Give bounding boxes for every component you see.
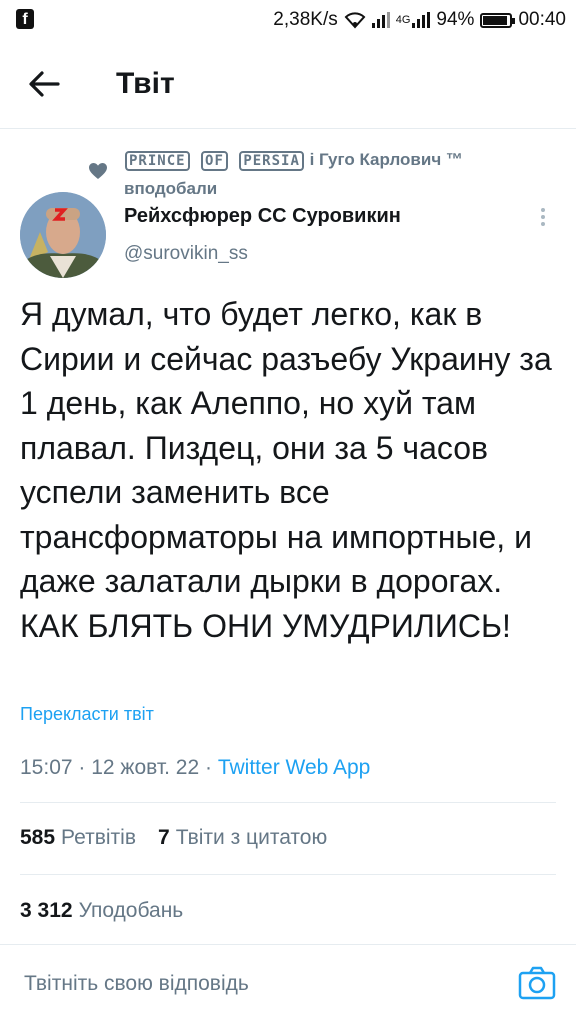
likes-stat[interactable]: 3 312 Уподобань: [20, 899, 183, 923]
styled-word: PRINCE: [125, 151, 190, 171]
retweets-count: 585: [20, 826, 56, 849]
battery-percent: 94%: [436, 9, 475, 30]
app-header: Твіт: [0, 40, 576, 129]
reply-input[interactable]: Твітніть свою відповідь: [24, 972, 249, 996]
retweets-stat[interactable]: 585 Ретвітів: [20, 826, 136, 850]
avatar-image: [20, 192, 106, 278]
tweet-text: Я думал, что будет легко, как в Сирии и …: [20, 296, 552, 644]
liked-by-name-styled: PRINCE OF PERSIA: [124, 148, 305, 175]
meta-sep: ·: [72, 756, 92, 779]
divider: [20, 874, 556, 875]
status-bar-right: 2,38K/s 4G 94% 00:40: [273, 9, 566, 31]
divider: [20, 802, 556, 803]
quotes-label: Твіти з цитатою: [175, 826, 328, 849]
status-bar: f 2,38K/s 4G 94% 00:40: [0, 0, 576, 40]
heart-icon: [89, 163, 107, 179]
author-handle[interactable]: @surovikin_ss: [124, 243, 248, 265]
likes-count: 3 312: [20, 899, 73, 922]
meta-sep: ·: [199, 756, 218, 779]
styled-word: OF: [201, 151, 228, 171]
network-type: 4G: [395, 14, 411, 26]
more-options-icon[interactable]: [533, 205, 553, 231]
battery-icon: [480, 12, 516, 28]
arrow-left-icon[interactable]: [26, 66, 62, 102]
signal-icon: [371, 12, 390, 28]
tweet-time: 15:07: [20, 756, 73, 779]
divider: [0, 944, 576, 945]
clock: 00:40: [518, 9, 566, 30]
translate-link[interactable]: Перекласти твіт: [20, 704, 154, 725]
quotes-count: 7: [158, 826, 170, 849]
author-name[interactable]: Рейхсфюрер СС Суровикин: [124, 205, 401, 228]
camera-icon[interactable]: [518, 966, 556, 1000]
facebook-icon: f: [16, 9, 34, 29]
page-title: Твіт: [116, 67, 175, 100]
tweet-stats: 585 Ретвітів 7 Твіти з цитатою: [20, 826, 327, 850]
tweet-meta: 15:07 · 12 жовт. 22 · Twitter Web App: [20, 756, 370, 780]
retweets-label: Ретвітів: [61, 826, 136, 849]
likes-label: Уподобань: [78, 899, 184, 922]
liked-by-context[interactable]: PRINCE OF PERSIA і Гуго Карлович ™ вподо…: [124, 146, 524, 202]
styled-word: PERSIA: [239, 151, 304, 171]
wifi-icon: [344, 12, 366, 29]
network-speed: 2,38K/s: [273, 9, 338, 30]
tweet-source-link[interactable]: Twitter Web App: [218, 756, 371, 779]
quotes-stat[interactable]: 7 Твіти з цитатою: [158, 826, 327, 850]
signal-icon-2: [412, 12, 431, 28]
tweet-date: 12 жовт. 22: [91, 756, 200, 779]
avatar[interactable]: [20, 192, 106, 278]
